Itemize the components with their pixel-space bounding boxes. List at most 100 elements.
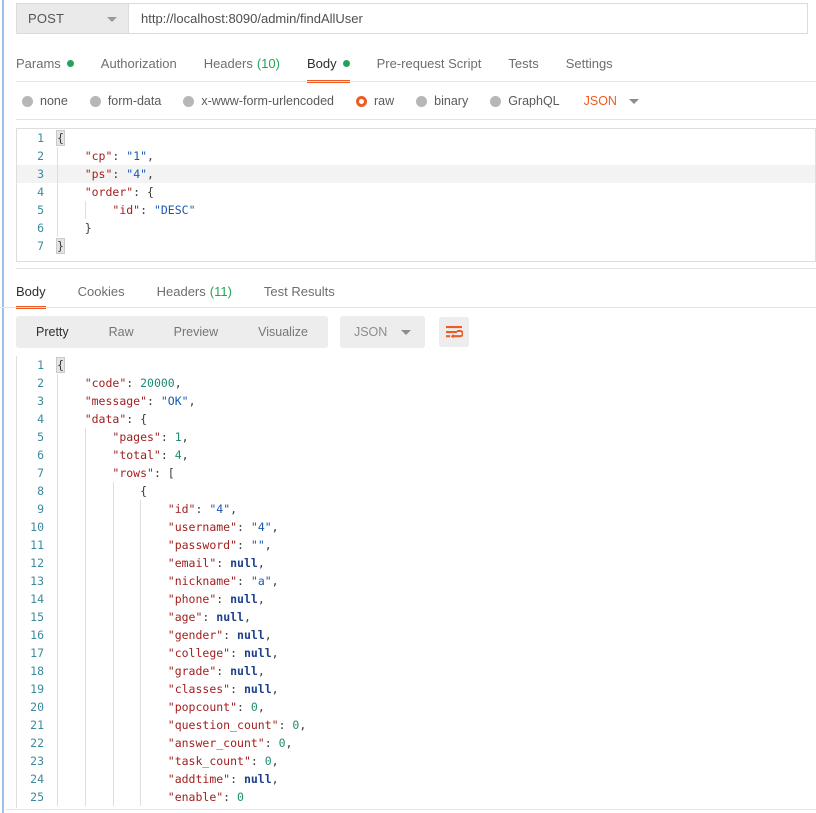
indent-guide [57, 590, 58, 608]
code-line-text: "ps": "4", [55, 165, 815, 183]
radio-label: x-www-form-urlencoded [201, 94, 334, 108]
indent-guide [112, 572, 114, 590]
request-tab-body[interactable]: Body [306, 46, 350, 83]
code-line: 13 "nickname": "a", [17, 572, 816, 590]
code-token: , [147, 149, 154, 163]
http-method-dropdown[interactable]: POST [17, 4, 129, 33]
code-token: : [216, 664, 231, 678]
request-tab-settings[interactable]: Settings [566, 46, 613, 81]
code-line-text: "id": "4", [55, 500, 816, 518]
body-type-radio-none[interactable]: none [22, 94, 68, 108]
indent-guide [140, 788, 142, 806]
http-method-label: POST [28, 11, 65, 26]
code-token: : [126, 376, 141, 390]
code-token: "OK" [160, 394, 189, 408]
code-token: null [230, 592, 258, 606]
response-tab-body[interactable]: Body [8, 274, 54, 309]
body-type-radio-raw[interactable]: raw [356, 94, 394, 108]
indent-guide [112, 752, 114, 770]
tab-label: Authorization [100, 56, 177, 71]
radio-button-icon [490, 95, 502, 107]
code-line: 9 "id": "4", [17, 500, 816, 518]
indent-guide [112, 716, 114, 734]
indent-guide [140, 644, 142, 662]
response-format-dropdown[interactable]: JSON [339, 316, 426, 348]
code-line: 17 "college": null, [17, 644, 816, 662]
word-wrap-icon [445, 326, 463, 339]
indent-guide [57, 788, 58, 806]
code-token: : [147, 394, 161, 408]
indent-guide [112, 788, 114, 806]
chevron-down-icon [401, 329, 412, 335]
indent-guide [112, 554, 114, 572]
response-view-preview[interactable]: Preview [154, 316, 238, 348]
indent-guide [112, 608, 114, 626]
code-token: "nickname" [167, 574, 238, 588]
request-url-input[interactable]: http://localhost:8090/admin/findAllUser [129, 4, 807, 33]
indent-guide [57, 644, 58, 662]
code-line: 15 "age": null, [17, 608, 816, 626]
code-token: "4" [250, 520, 272, 534]
line-number: 11 [30, 538, 44, 552]
code-token: , [271, 520, 279, 534]
request-tab-tests[interactable]: Tests [508, 46, 538, 81]
line-number: 1 [37, 131, 44, 145]
response-tab-cookies[interactable]: Cookies [70, 274, 133, 309]
code-line-text: "enable": 0 [55, 788, 816, 806]
indent-guide [84, 428, 86, 446]
request-format-dropdown[interactable]: JSON [584, 94, 639, 108]
indent-guide [84, 500, 86, 518]
code-token: : [230, 646, 244, 660]
response-body-editor[interactable]: 1{2 "code": 20000, 3 "message": "OK", 4 "d… [16, 356, 816, 808]
indent-guide [57, 698, 58, 716]
indent-guide [112, 662, 114, 680]
body-type-radio-x-www-form-urlencoded[interactable]: x-www-form-urlencoded [183, 94, 334, 108]
line-number: 23 [30, 754, 44, 768]
request-tab-authorization[interactable]: Authorization [101, 46, 177, 81]
response-tab-test-results[interactable]: Test Results [256, 274, 343, 309]
code-token: : [223, 628, 238, 642]
tab-modified-dot-icon [66, 60, 74, 67]
request-tab-params[interactable]: Params [16, 46, 74, 81]
body-type-radio-graphql[interactable]: GraphQL [490, 94, 560, 108]
response-tab-headers[interactable]: Headers (11) [149, 274, 240, 309]
word-wrap-toggle-button[interactable] [439, 317, 470, 347]
indent-guide [112, 770, 114, 788]
response-view-visualize[interactable]: Visualize [238, 316, 328, 348]
code-token: , [271, 772, 279, 786]
indent-guide [112, 734, 114, 752]
code-token: , [188, 394, 196, 408]
indent-guide [112, 536, 114, 554]
indent-guide [84, 770, 86, 788]
indent-guide [57, 428, 58, 446]
response-view-pretty[interactable]: Pretty [16, 316, 89, 348]
code-token: : [216, 556, 231, 570]
request-tab-pre-request-script[interactable]: Pre-request Script [377, 46, 482, 81]
indent-guide [112, 500, 114, 518]
postman-request-response-panel: POST http://localhost:8090/admin/findAll… [0, 0, 816, 813]
request-body-editor[interactable]: 1{2 "cp": "1", 3 "ps": "4", 4 "order": {5 … [16, 128, 816, 262]
tab-label: Cookies [77, 283, 125, 299]
code-token: : [237, 538, 251, 552]
body-type-radio-binary[interactable]: binary [416, 94, 468, 108]
indent-guide [84, 608, 86, 626]
code-token: , [257, 700, 265, 714]
code-token: null [237, 628, 265, 642]
tab-label: Tests [508, 56, 539, 71]
request-tab-headers[interactable]: Headers (10) [204, 46, 280, 81]
code-line-text: "addtime": null, [55, 770, 816, 788]
code-token: : [202, 610, 217, 624]
code-token: "task_count" [167, 754, 251, 768]
code-line: 2 "cp": "1", [17, 147, 815, 165]
code-line: 18 "grade": null, [17, 662, 816, 680]
code-token: "" [250, 538, 265, 552]
response-view-raw[interactable]: Raw [89, 316, 154, 348]
code-line-text: "grade": null, [55, 662, 816, 680]
code-line: 11 "password": "", [17, 536, 816, 554]
indent-guide [84, 716, 86, 734]
indent-guide [140, 572, 142, 590]
body-type-radio-form-data[interactable]: form-data [89, 94, 161, 108]
code-line-text: "age": null, [55, 608, 816, 626]
indent-guide [57, 464, 58, 482]
